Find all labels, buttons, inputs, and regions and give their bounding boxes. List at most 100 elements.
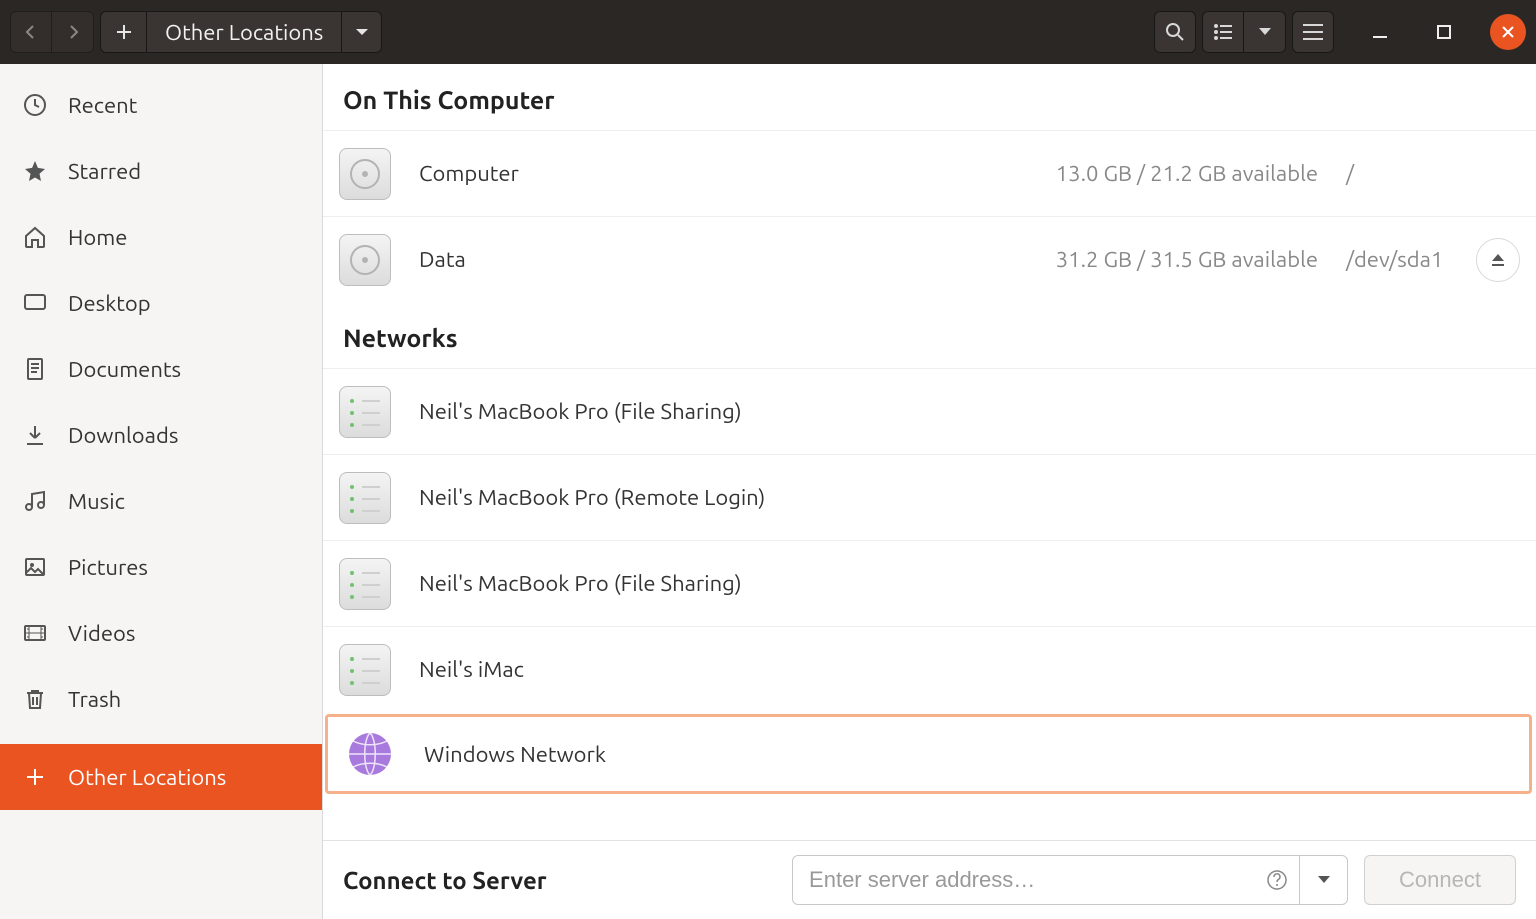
disk-mount: /dev/sda1 [1346, 247, 1476, 272]
sidebar-item-home[interactable]: Home [0, 204, 322, 270]
help-icon [1266, 869, 1288, 891]
sidebar-item-desktop[interactable]: Desktop [0, 270, 322, 336]
sidebar-item-label: Starred [68, 159, 141, 184]
sidebar-item-label: Documents [68, 357, 181, 382]
pictures-icon [22, 555, 48, 579]
connect-label: Connect to Server [343, 867, 547, 894]
caret-down-icon [354, 27, 370, 37]
minimize-icon [1373, 25, 1387, 39]
close-button[interactable] [1490, 14, 1526, 50]
disk-icon [339, 234, 391, 286]
network-name: Neil's MacBook Pro (Remote Login) [419, 485, 765, 510]
network-row[interactable]: Neil's MacBook Pro (File Sharing) [323, 368, 1536, 454]
section-networks: Networks [323, 302, 1536, 368]
disk-mount: / [1346, 161, 1476, 186]
network-row[interactable]: Neil's MacBook Pro (Remote Login) [323, 454, 1536, 540]
sidebar-item-label: Home [68, 225, 127, 250]
search-button[interactable] [1154, 11, 1196, 53]
nav-group [10, 11, 94, 53]
sidebar-item-other-locations[interactable]: Other Locations [0, 744, 322, 810]
sidebar-item-downloads[interactable]: Downloads [0, 402, 322, 468]
sidebar-item-pictures[interactable]: Pictures [0, 534, 322, 600]
sidebar-item-label: Videos [68, 621, 135, 646]
downloads-icon [22, 423, 48, 447]
network-globe-icon [344, 728, 396, 780]
trash-icon [22, 687, 48, 711]
sidebar-item-label: Pictures [68, 555, 148, 580]
disk-meta: 31.2 GB / 31.5 GB available [1056, 247, 1318, 272]
sidebar-item-label: Other Locations [68, 765, 226, 790]
disk-name: Data [419, 247, 466, 272]
path-bar: Other Locations [100, 11, 382, 53]
network-row[interactable]: Neil's iMac [323, 626, 1536, 712]
header-bar: Other Locations [0, 0, 1536, 64]
maximize-button[interactable] [1426, 14, 1462, 50]
videos-icon [22, 621, 48, 645]
sidebar: Recent Starred Home Desktop Documents Do… [0, 64, 323, 919]
server-icon [339, 386, 391, 438]
location-dropdown[interactable] [341, 12, 381, 52]
server-address-wrap [792, 855, 1348, 905]
location-segment[interactable]: Other Locations [147, 12, 341, 52]
server-history-dropdown[interactable] [1299, 856, 1347, 904]
sidebar-item-label: Music [68, 489, 125, 514]
list-icon [1213, 24, 1233, 40]
caret-down-icon [1317, 875, 1331, 885]
eject-icon [1490, 252, 1506, 268]
plus-icon [22, 767, 48, 787]
chevron-left-icon [23, 24, 39, 40]
sidebar-item-label: Recent [68, 93, 137, 118]
plus-icon [115, 23, 133, 41]
list-view-button[interactable] [1202, 11, 1244, 53]
network-name: Neil's iMac [419, 657, 524, 682]
network-name: Windows Network [424, 742, 606, 767]
music-icon [22, 489, 48, 513]
new-tab-button[interactable] [101, 12, 147, 52]
sidebar-item-recent[interactable]: Recent [0, 72, 322, 138]
sidebar-item-starred[interactable]: Starred [0, 138, 322, 204]
content-area: On This Computer Computer 13.0 GB / 21.2… [323, 64, 1536, 919]
close-icon [1501, 25, 1515, 39]
sidebar-item-label: Desktop [68, 291, 151, 316]
network-row[interactable]: Neil's MacBook Pro (File Sharing) [323, 540, 1536, 626]
help-button[interactable] [1255, 856, 1299, 904]
disk-row-data[interactable]: Data 31.2 GB / 31.5 GB available /dev/sd… [323, 216, 1536, 302]
chevron-right-icon [65, 24, 81, 40]
connect-footer: Connect to Server Connect [323, 840, 1536, 919]
server-address-input[interactable] [793, 867, 1255, 893]
hamburger-icon [1303, 24, 1323, 40]
hamburger-menu-button[interactable] [1292, 11, 1334, 53]
forward-button[interactable] [52, 11, 94, 53]
sidebar-item-documents[interactable]: Documents [0, 336, 322, 402]
view-options-button[interactable] [1244, 11, 1286, 53]
maximize-icon [1437, 25, 1451, 39]
sidebar-item-label: Trash [68, 687, 121, 712]
disk-row-computer[interactable]: Computer 13.0 GB / 21.2 GB available / [323, 130, 1536, 216]
network-name: Neil's MacBook Pro (File Sharing) [419, 571, 742, 596]
eject-button[interactable] [1476, 238, 1520, 282]
clock-icon [22, 93, 48, 117]
server-icon [339, 558, 391, 610]
search-icon [1165, 22, 1185, 42]
home-icon [22, 225, 48, 249]
minimize-button[interactable] [1362, 14, 1398, 50]
sidebar-item-trash[interactable]: Trash [0, 666, 322, 732]
view-group [1202, 11, 1286, 53]
desktop-icon [22, 291, 48, 315]
connect-button[interactable]: Connect [1364, 855, 1516, 905]
server-icon [339, 644, 391, 696]
disk-meta: 13.0 GB / 21.2 GB available [1056, 161, 1318, 186]
network-row-windows[interactable]: Windows Network [325, 714, 1532, 794]
section-on-this-computer: On This Computer [323, 64, 1536, 130]
sidebar-item-label: Downloads [68, 423, 178, 448]
back-button[interactable] [10, 11, 52, 53]
location-label: Other Locations [165, 20, 323, 45]
caret-down-icon [1258, 27, 1272, 37]
sidebar-item-music[interactable]: Music [0, 468, 322, 534]
sidebar-item-videos[interactable]: Videos [0, 600, 322, 666]
server-icon [339, 472, 391, 524]
star-icon [22, 159, 48, 183]
disk-name: Computer [419, 161, 519, 186]
disk-icon [339, 148, 391, 200]
documents-icon [22, 357, 48, 381]
